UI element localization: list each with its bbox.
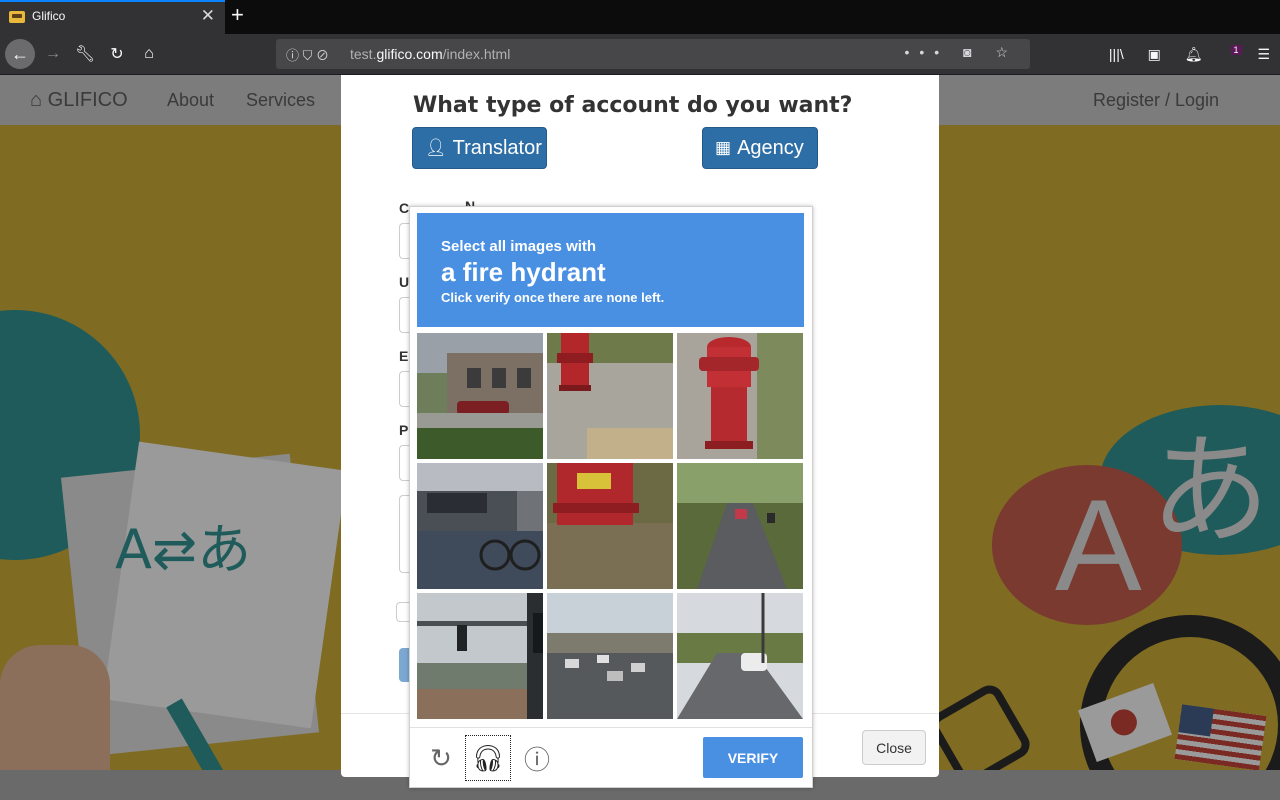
page-actions-icon[interactable]: ••• ◙ ☆ <box>905 44 1019 61</box>
nav-services[interactable]: Services <box>246 90 315 111</box>
notification-bell-icon[interactable]: 🔔︎ 1 <box>1185 45 1242 62</box>
captcha-tile-bicycle[interactable] <box>417 463 543 589</box>
field-label: E <box>399 348 409 364</box>
agency-button[interactable]: ▦ Agency <box>702 127 818 169</box>
url-text[interactable]: test.glifico.com/index.html <box>350 46 510 62</box>
refresh-icon[interactable]: ↻ <box>418 735 464 781</box>
building-icon: ▦ <box>715 138 732 157</box>
captcha-prompt: Select all images with a fire hydrant Cl… <box>417 213 804 327</box>
captcha-tile-red-hydrant[interactable] <box>677 333 803 459</box>
hand-illustration <box>0 645 110 770</box>
bicycle-image <box>417 463 543 589</box>
city-street-image <box>547 593 673 719</box>
notification-badge: 1 <box>1230 45 1242 55</box>
headphones-icon[interactable]: 🎧︎ <box>465 735 511 781</box>
captcha-tile-traffic-light[interactable] <box>417 593 543 719</box>
traffic-light-image <box>417 593 543 719</box>
captcha-tile-rural-road[interactable] <box>677 593 803 719</box>
us-flag-illustration <box>1174 704 1267 770</box>
user-icon: 👤︎ <box>425 138 447 157</box>
tab-close-icon[interactable]: ✕ <box>201 6 215 26</box>
captcha-challenge: Select all images with a fire hydrant Cl… <box>409 206 813 788</box>
menu-icon[interactable]: ☰ <box>1257 46 1270 62</box>
home-icon[interactable]: ⌂ <box>134 39 164 69</box>
paper-translation-text: A⇄あ <box>115 518 252 581</box>
close-button[interactable]: Close <box>862 730 926 765</box>
new-tab-button[interactable]: + <box>231 2 244 28</box>
captcha-hint: Click verify once there are none left. <box>441 290 665 305</box>
glasses-illustration <box>925 680 1035 770</box>
nav-about[interactable]: About <box>167 90 214 111</box>
field-label: C <box>399 200 410 216</box>
red-hydrant-image <box>677 333 803 459</box>
country-road-image <box>677 463 803 589</box>
reload-icon[interactable]: ↻ <box>102 39 132 69</box>
captcha-divider <box>410 727 812 728</box>
captcha-tile-city-street[interactable] <box>547 593 673 719</box>
site-brand[interactable]: ⌂ GLIFICO <box>30 89 128 112</box>
verify-button[interactable]: VERIFY <box>703 737 803 778</box>
captcha-tile-hydrant-base[interactable] <box>547 333 673 459</box>
modal-title: What type of account do you want? <box>413 93 853 118</box>
building-car-image <box>417 333 543 459</box>
agency-label: Agency <box>737 136 804 159</box>
tab-title: Glifico <box>32 9 66 23</box>
forward-arrow-icon[interactable]: → <box>38 39 68 69</box>
captcha-instruction: Select all images with <box>441 238 597 255</box>
browser-navbar: ← → 🔧︎ ↻ ⌂ ⓘ ⛉ ⊘ test.glifico.com/index.… <box>0 34 1280 75</box>
info-icon[interactable]: ⓘ <box>514 735 560 781</box>
home-icon: ⌂ <box>30 89 43 111</box>
hydrant-base-image <box>547 333 673 459</box>
captcha-target: a fire hydrant <box>441 257 606 287</box>
library-icon[interactable]: |||\ <box>1109 46 1124 62</box>
bubble-letter: あ <box>1150 422 1270 561</box>
url-bar[interactable]: ⓘ ⛉ ⊘ test.glifico.com/index.html ••• ◙ … <box>276 39 1030 69</box>
toolbar-right: |||\ ▣ 🔔︎ 1 ☰ <box>1089 45 1270 63</box>
nav-register-login[interactable]: Register / Login <box>1093 90 1219 111</box>
captcha-tile-hydrant-closeup[interactable] <box>547 463 673 589</box>
captcha-tile-building-car[interactable] <box>417 333 543 459</box>
sidebar-icon[interactable]: ▣ <box>1148 46 1161 62</box>
bubble-letter: A <box>1055 472 1142 618</box>
translator-button[interactable]: 👤︎ Translator <box>412 127 547 169</box>
site-info-icon[interactable]: ⓘ ⛉ ⊘ <box>286 45 329 64</box>
translator-label: Translator <box>452 136 542 159</box>
browser-tabbar: Glifico ✕ + <box>0 0 1280 34</box>
glifico-favicon-icon <box>9 11 25 23</box>
wrench-icon[interactable]: 🔧︎ <box>70 39 100 69</box>
field-label: U <box>399 274 410 290</box>
checkbox[interactable] <box>396 602 409 622</box>
rural-road-image <box>677 593 803 719</box>
field-label: P <box>399 422 409 438</box>
back-arrow-icon[interactable]: ← <box>5 39 35 69</box>
browser-tab[interactable]: Glifico ✕ <box>0 0 225 34</box>
hydrant-closeup-image <box>547 463 673 589</box>
captcha-tile-country-road[interactable] <box>677 463 803 589</box>
paper-illustration <box>102 441 348 729</box>
